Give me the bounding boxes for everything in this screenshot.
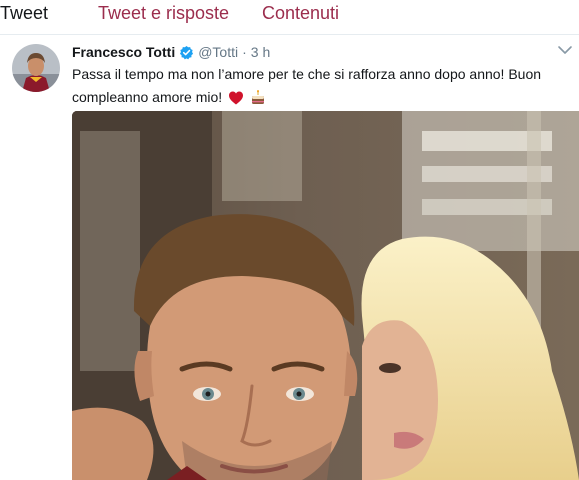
tweet-header: Francesco Totti @Totti · 3 h (72, 43, 270, 61)
profile-tab-bar: Tweet Tweet e risposte Contenuti (0, 0, 579, 35)
red-heart-emoji (228, 90, 244, 106)
tab-tweets-and-replies[interactable]: Tweet e risposte (98, 0, 229, 30)
tweet-timestamp[interactable]: 3 h (251, 44, 270, 60)
tweet-text: Passa il tempo ma non l’amore per te che… (72, 63, 562, 109)
tweet-text-body: Passa il tempo ma non l’amore per te che… (72, 66, 542, 105)
avatar[interactable] (12, 44, 60, 92)
birthday-cake-emoji (250, 90, 266, 106)
header-separator: · (242, 44, 247, 60)
author-username[interactable]: @Totti (198, 44, 238, 60)
verified-badge-icon (179, 45, 194, 60)
tweet[interactable]: Francesco Totti @Totti · 3 h Passa il te… (0, 35, 579, 480)
profile-timeline: Tweet Tweet e risposte Contenuti Frances… (0, 0, 579, 480)
tweet-photo[interactable] (72, 111, 579, 480)
chevron-down-icon[interactable] (557, 43, 573, 55)
author-fullname[interactable]: Francesco Totti (72, 44, 175, 60)
tab-tweets[interactable]: Tweet (0, 0, 48, 30)
tab-media[interactable]: Contenuti (262, 0, 339, 30)
